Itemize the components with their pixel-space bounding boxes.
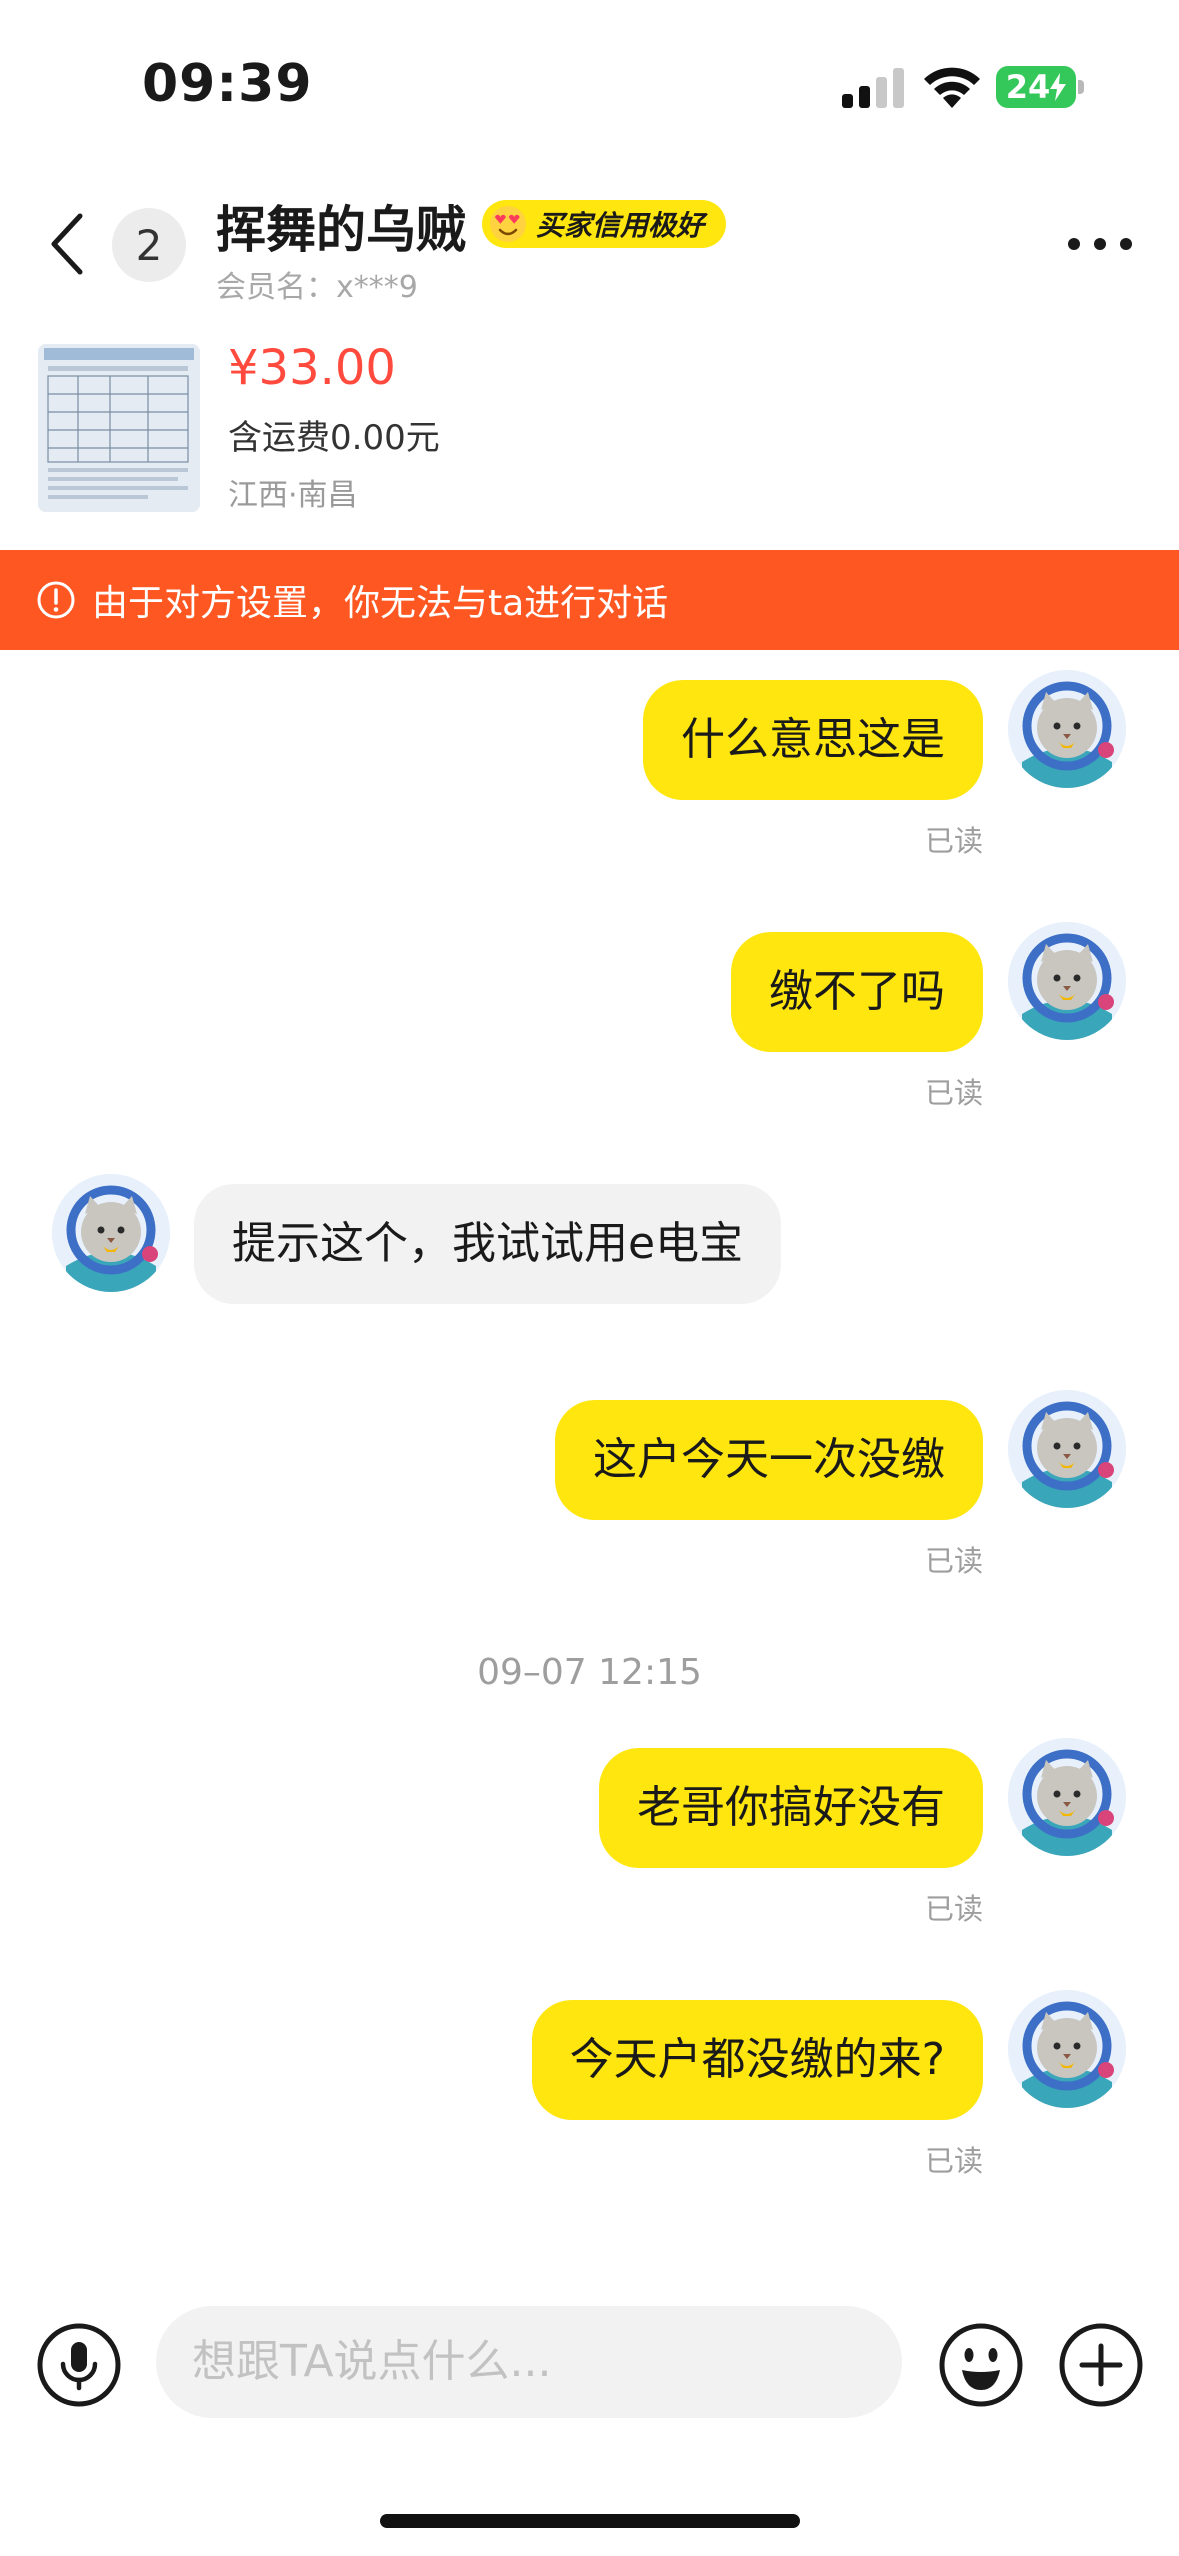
alert-circle-icon	[37, 581, 75, 619]
message-bubble[interactable]: 什么意思这是	[643, 680, 983, 800]
plus-icon[interactable]	[1058, 2322, 1144, 2408]
chat-restricted-banner: 由于对方设置，你无法与ta进行对话	[0, 550, 1179, 650]
cellular-signal-icon	[842, 68, 904, 108]
cat-astronaut-avatar-icon	[1008, 922, 1126, 1040]
time-divider: 09–07 12:15	[477, 1652, 702, 1693]
my-avatar[interactable]	[1008, 1390, 1126, 1508]
read-status: 已读	[924, 1544, 983, 1578]
home-indicator[interactable]	[380, 2514, 800, 2528]
credit-badge-label: 买家信用极好	[536, 209, 705, 242]
seller-avatar[interactable]	[52, 1174, 170, 1292]
banner-text: 由于对方设置，你无法与ta进行对话	[92, 583, 669, 624]
message-bubble[interactable]: 今天户都没缴的来?	[531, 2000, 983, 2120]
read-status: 已读	[924, 824, 983, 858]
cat-astronaut-avatar-icon	[1008, 1990, 1126, 2108]
cat-astronaut-avatar-icon	[52, 1174, 170, 1292]
battery-indicator: 24	[996, 66, 1076, 108]
read-status: 已读	[924, 2144, 983, 2178]
message-bubble[interactable]: 老哥你搞好没有	[599, 1748, 983, 1868]
message-bubble[interactable]: 缴不了吗	[731, 932, 983, 1052]
credit-badge: 买家信用极好	[482, 200, 727, 248]
read-status: 已读	[924, 1892, 983, 1926]
my-avatar[interactable]	[1008, 1738, 1126, 1856]
cat-astronaut-avatar-icon	[1008, 670, 1126, 788]
microphone-icon[interactable]	[36, 2322, 122, 2408]
product-location: 江西·南昌	[228, 478, 358, 513]
unread-count-badge[interactable]: 2	[112, 208, 186, 282]
battery-cap	[1078, 80, 1084, 94]
chevron-left-icon[interactable]	[44, 212, 92, 276]
message-bubble[interactable]: 提示这个，我试试用e电宝	[194, 1184, 782, 1304]
wifi-icon	[924, 67, 980, 108]
cat-astronaut-avatar-icon	[1008, 1390, 1126, 1508]
my-avatar[interactable]	[1008, 922, 1126, 1040]
message-input[interactable]: 想跟TA说点什么...	[156, 2306, 902, 2418]
product-price: ¥33.00	[228, 340, 396, 396]
emoji-icon[interactable]	[938, 2322, 1024, 2408]
more-dots-icon[interactable]	[1066, 232, 1134, 256]
charging-bolt-icon	[1050, 73, 1067, 101]
product-thumbnail[interactable]	[38, 344, 200, 512]
product-shipping: 含运费0.00元	[228, 418, 440, 458]
my-avatar[interactable]	[1008, 670, 1126, 788]
document-image-icon	[38, 344, 200, 512]
cat-astronaut-avatar-icon	[1008, 1738, 1126, 1856]
message-bubble[interactable]: 这户今天一次没缴	[555, 1400, 983, 1520]
read-status: 已读	[924, 1076, 983, 1110]
status-bar: 09:39 24	[0, 0, 1179, 160]
seller-name[interactable]: 挥舞的乌贼	[216, 190, 466, 262]
status-time: 09:39	[142, 54, 313, 114]
battery-level: 24	[1005, 68, 1051, 106]
my-avatar[interactable]	[1008, 1990, 1126, 2108]
member-name: 会员名：x***9	[216, 270, 418, 305]
heart-eyes-emoji-icon	[490, 206, 526, 242]
